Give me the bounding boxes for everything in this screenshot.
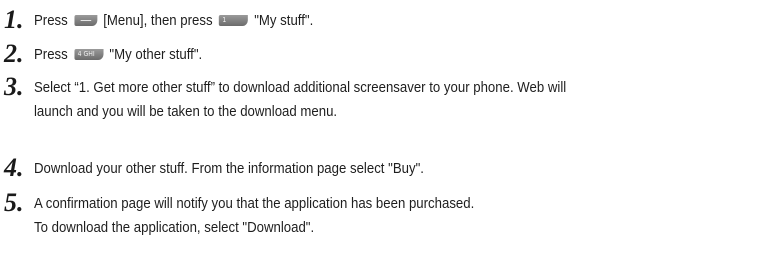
step-text-line: To download the application, select "Dow…	[34, 219, 315, 236]
step-text: Press 4 GHI "My other stuff".	[34, 41, 202, 67]
step-number: 4.	[4, 153, 24, 182]
step-5: 5. A confirmation page will notify you t…	[4, 190, 534, 240]
step-text-before: Press	[34, 46, 68, 63]
step-text: Select “1. Get more other stuff” to down…	[34, 74, 566, 124]
step-text-line: A confirmation page will notify you that…	[34, 195, 475, 212]
key-1-icon: 1	[218, 14, 248, 26]
step-text-line: Download your other stuff. From the info…	[34, 160, 424, 177]
key-4-icon: 4 GHI	[74, 48, 104, 60]
menu-soft-key-icon	[74, 14, 97, 26]
key-label: 4 GHI	[77, 49, 95, 58]
step-text-line: launch and you will be taken to the down…	[34, 103, 338, 120]
step-text-after: "My stuff".	[254, 12, 314, 29]
step-text: Press [Menu], then press 1 "My stuff".	[34, 7, 313, 33]
step-3: 3. Select “1. Get more other stuff” to d…	[4, 74, 639, 124]
step-text-middle: [Menu], then press	[103, 12, 213, 29]
step-number: 3.	[4, 72, 24, 101]
step-text: Download your other stuff. From the info…	[34, 155, 424, 181]
key-label: 1	[222, 15, 227, 24]
step-text: A confirmation page will notify you that…	[34, 190, 474, 240]
step-text-line: Select “1. Get more other stuff” to down…	[34, 79, 567, 96]
step-1: 1. Press [Menu], then press 1 "My stuff"…	[4, 7, 351, 33]
step-text-after: "My other stuff".	[109, 46, 203, 63]
step-4: 4. Download your other stuff. From the i…	[4, 155, 477, 181]
step-text-before: Press	[34, 12, 68, 29]
step-number: 1.	[4, 5, 24, 34]
step-number: 5.	[4, 188, 24, 217]
step-number: 2.	[4, 39, 24, 68]
step-2: 2. Press 4 GHI "My other stuff".	[4, 41, 225, 67]
